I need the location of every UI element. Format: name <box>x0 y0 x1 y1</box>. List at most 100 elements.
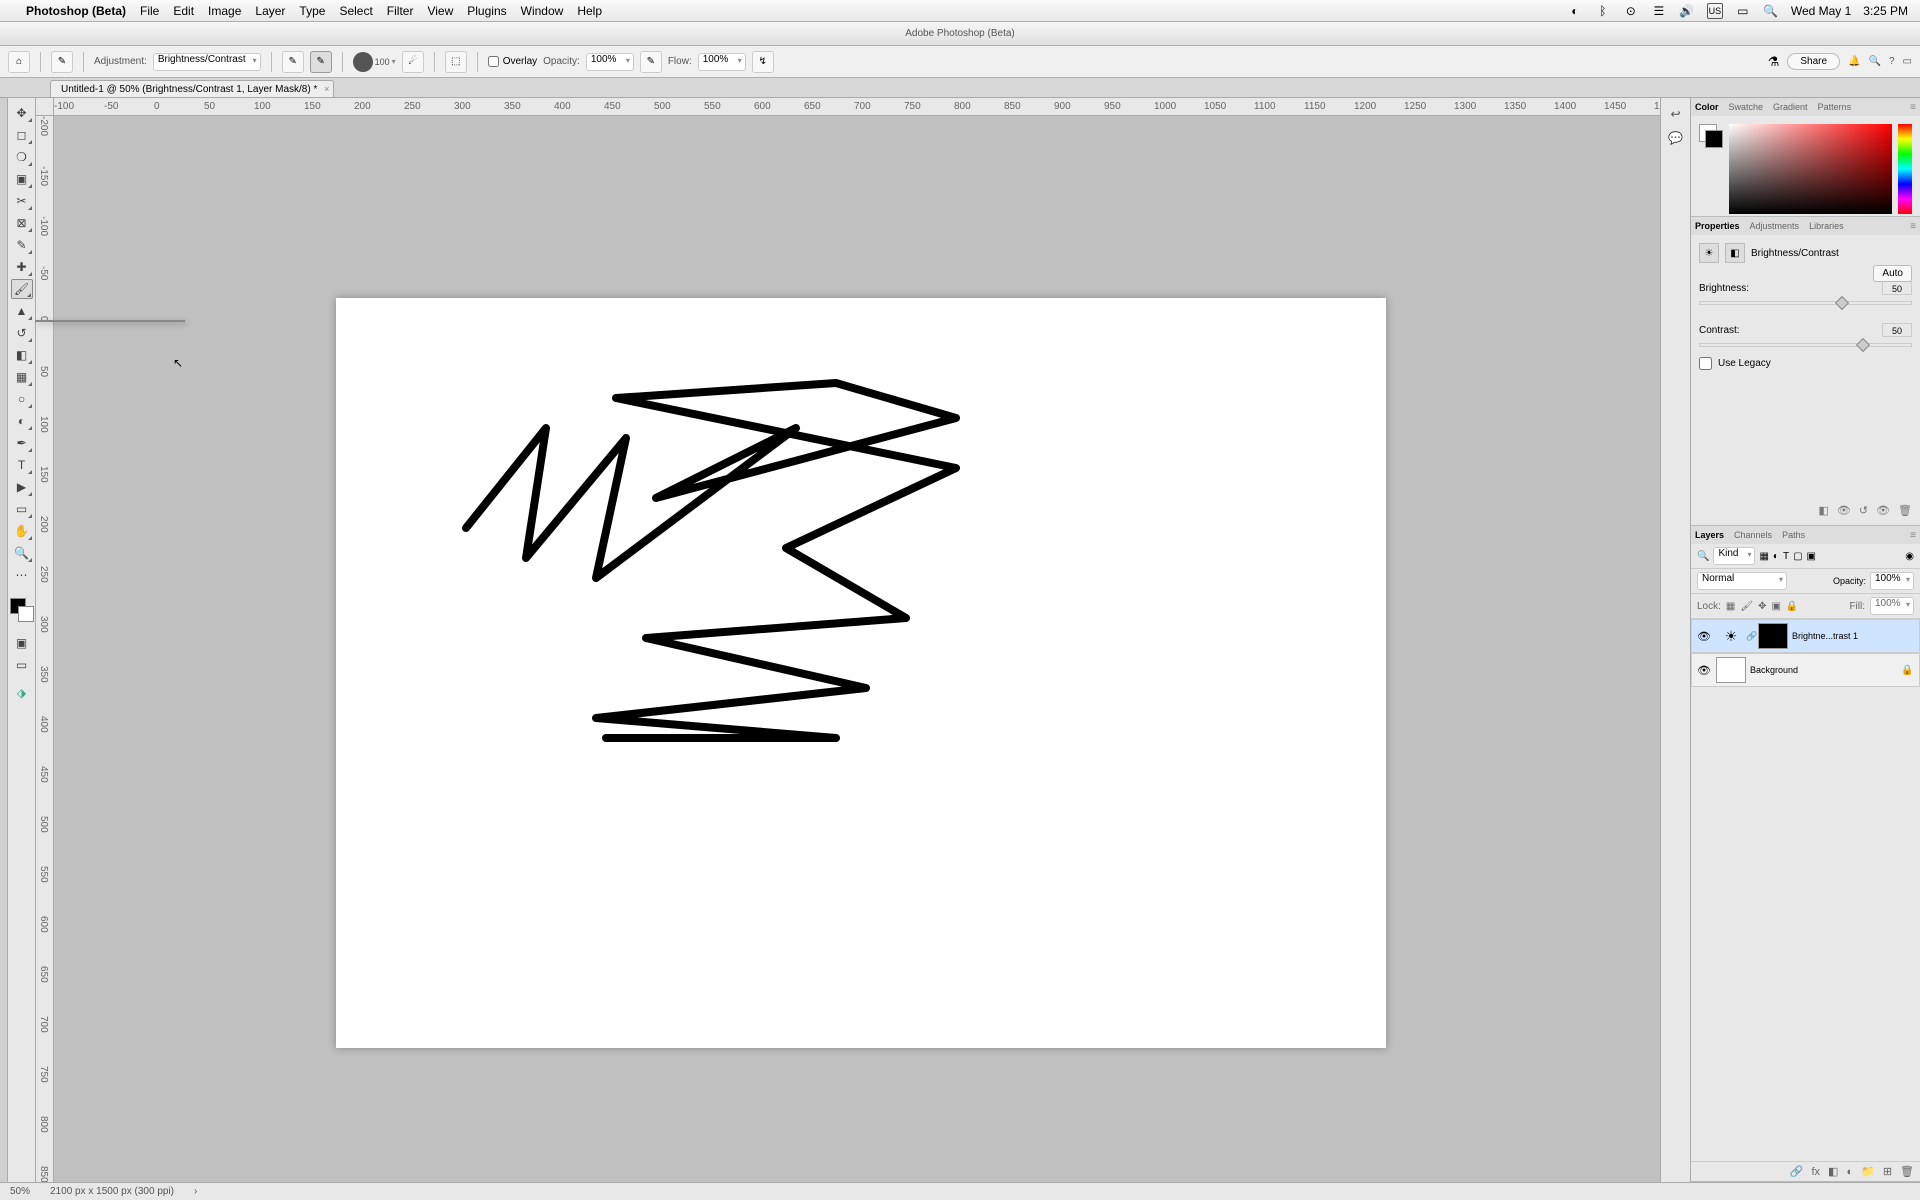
workspace-switcher-icon[interactable]: ▭ <box>1903 56 1912 67</box>
app-name[interactable]: Photoshop (Beta) <box>26 4 126 18</box>
marquee-tool[interactable]: ◻ <box>11 125 33 145</box>
brush-settings-icon[interactable]: ☄ <box>402 51 424 73</box>
color-fg-bg[interactable] <box>1699 124 1723 148</box>
tab-channels[interactable]: Channels <box>1734 530 1772 540</box>
pressure-opacity-icon[interactable]: ✎ <box>640 51 662 73</box>
eyedropper-tool[interactable]: ✎ <box>11 235 33 255</box>
zoom-level[interactable]: 50% <box>10 1186 30 1197</box>
healing-tool[interactable]: ✚ <box>11 257 33 277</box>
add-mode-icon[interactable]: ✎ <box>282 51 304 73</box>
current-tool-icon[interactable]: ✎ <box>51 51 73 73</box>
tab-properties[interactable]: Properties <box>1695 221 1740 231</box>
pen-tool[interactable]: ✒ <box>11 433 33 453</box>
dodge-tool[interactable]: ◐ <box>11 411 33 431</box>
menu-plugins[interactable]: Plugins <box>467 4 506 18</box>
history-brush-tool[interactable]: ↺ <box>11 323 33 343</box>
battery-icon[interactable]: ▭ <box>1735 3 1751 19</box>
contrast-value[interactable]: 50 <box>1882 323 1912 337</box>
type-tool[interactable]: T <box>11 455 33 475</box>
layer-row[interactable]: 👁 Background 🔒 <box>1691 653 1920 687</box>
menu-image[interactable]: Image <box>208 4 241 18</box>
path-select-tool[interactable]: ▶ <box>11 477 33 497</box>
menu-edit[interactable]: Edit <box>173 4 194 18</box>
lock-position-icon[interactable]: ✥ <box>1758 601 1766 612</box>
layer-thumb[interactable] <box>1716 657 1746 683</box>
layer-name[interactable]: Background <box>1750 665 1901 675</box>
menu-select[interactable]: Select <box>339 4 372 18</box>
layer-row[interactable]: 👁 ☀ 🔗 Brightne...trast 1 <box>1691 619 1920 653</box>
overlay-checkbox[interactable]: Overlay <box>488 56 537 67</box>
link-layers-icon[interactable]: 🔗 <box>1790 1165 1804 1178</box>
delete-layer-icon[interactable]: 🗑 <box>1900 1165 1914 1178</box>
filter-type-icon[interactable]: T <box>1783 551 1789 562</box>
help-icon[interactable]: ? <box>1889 56 1895 67</box>
tab-paths[interactable]: Paths <box>1782 530 1805 540</box>
status-expand-icon[interactable]: › <box>194 1186 197 1197</box>
use-legacy-checkbox[interactable]: Use Legacy <box>1699 357 1912 370</box>
sample-icon[interactable]: ⬚ <box>445 51 467 73</box>
lock-transparent-icon[interactable]: ▦ <box>1726 601 1735 612</box>
panel-menu-icon[interactable]: ≡ <box>1910 221 1916 232</box>
tab-color[interactable]: Color <box>1695 102 1719 112</box>
shape-tool[interactable]: ▭ <box>11 499 33 519</box>
menu-help[interactable]: Help <box>577 4 602 18</box>
lock-all-icon[interactable]: 🔒 <box>1786 601 1798 612</box>
background-color[interactable] <box>18 606 34 622</box>
brightness-slider[interactable] <box>1699 301 1912 305</box>
layer-mask-thumb[interactable] <box>1758 623 1788 649</box>
brightness-value[interactable]: 50 <box>1882 281 1912 295</box>
screen-mirror-icon[interactable]: ⊙ <box>1623 3 1639 19</box>
adjustment-select[interactable]: Brightness/Contrast <box>153 53 261 71</box>
delete-adj-icon[interactable]: 🗑 <box>1898 504 1912 517</box>
home-icon[interactable]: ⌂ <box>8 51 30 73</box>
tab-swatches[interactable]: Swatche <box>1729 102 1764 112</box>
move-tool[interactable]: ✥ <box>11 103 33 123</box>
link-icon[interactable]: 🔗 <box>1746 631 1758 642</box>
canvas[interactable] <box>336 298 1386 1048</box>
view-previous-icon[interactable]: 👁 <box>1837 504 1851 517</box>
auto-button[interactable]: Auto <box>1873 265 1912 282</box>
tab-gradients[interactable]: Gradient <box>1773 102 1808 112</box>
beaker-icon[interactable]: ⚗ <box>1768 54 1780 70</box>
menubar-date[interactable]: Wed May 1 <box>1791 4 1851 18</box>
filter-toggle[interactable]: ◉ <box>1905 551 1914 562</box>
zoom-tool[interactable]: 🔍 <box>11 543 33 563</box>
hand-tool[interactable]: ✋ <box>11 521 33 541</box>
spotlight-icon[interactable]: 🔍 <box>1763 3 1779 19</box>
opacity-select[interactable]: 100% <box>586 53 634 71</box>
tab-layers[interactable]: Layers <box>1695 530 1724 540</box>
new-layer-icon[interactable]: ⊞ <box>1883 1165 1892 1178</box>
crop-tool[interactable]: ✂ <box>11 191 33 211</box>
visibility-toggle[interactable]: 👁 <box>1692 630 1716 643</box>
airbrush-icon[interactable]: ↯ <box>752 51 774 73</box>
keyboard-indicator[interactable]: US <box>1707 3 1723 19</box>
mask-add-icon[interactable]: ◧ <box>1828 1165 1838 1178</box>
filter-pixel-icon[interactable]: ▦ <box>1759 551 1768 562</box>
tab-libraries[interactable]: Libraries <box>1809 221 1844 231</box>
extra-tool-icon[interactable]: ⬗ <box>11 683 33 703</box>
group-icon[interactable]: 📁 <box>1861 1165 1875 1178</box>
bluetooth-icon[interactable]: ᛒ <box>1595 3 1611 19</box>
color-field[interactable] <box>1729 124 1892 214</box>
history-panel-icon[interactable]: ↩ <box>1666 104 1686 124</box>
menu-window[interactable]: Window <box>521 4 564 18</box>
visibility-icon[interactable]: 👁 <box>1876 504 1890 517</box>
wifi-icon[interactable]: ☰ <box>1651 3 1667 19</box>
blend-mode-select[interactable]: Normal <box>1697 572 1787 590</box>
screen-mode-icon[interactable]: ▭ <box>11 655 33 675</box>
brush-preset[interactable]: 100 ▾ <box>353 52 396 72</box>
edit-toolbar[interactable]: ⋯ <box>11 565 33 585</box>
lasso-tool[interactable]: ❍ <box>11 147 33 167</box>
lock-artboard-icon[interactable]: ▣ <box>1771 601 1780 612</box>
cloud-sync-icon[interactable]: ◐ <box>1567 3 1583 19</box>
tab-patterns[interactable]: Patterns <box>1818 102 1852 112</box>
fx-icon[interactable]: fx <box>1811 1166 1820 1178</box>
eraser-tool[interactable]: ◧ <box>11 345 33 365</box>
panel-menu-icon[interactable]: ≡ <box>1910 530 1916 541</box>
volume-icon[interactable]: 🔊 <box>1679 3 1695 19</box>
frame-tool[interactable]: ⊠ <box>11 213 33 233</box>
fill-select[interactable]: 100% <box>1870 597 1914 615</box>
menu-filter[interactable]: Filter <box>387 4 414 18</box>
lock-pixels-icon[interactable]: 🖌 <box>1740 601 1753 612</box>
gradient-tool[interactable]: ▦ <box>11 367 33 387</box>
